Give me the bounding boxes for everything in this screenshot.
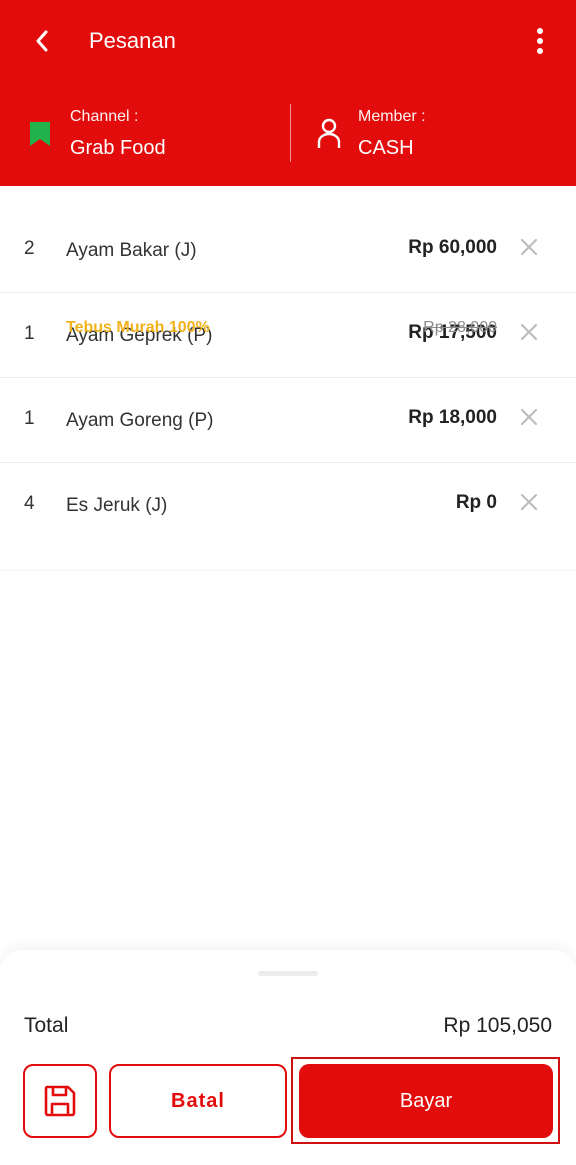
order-item[interactable]: 1 Ayam Goreng (P) Rp 18,000 <box>0 378 576 463</box>
item-price: Rp 0 <box>455 492 497 513</box>
pay-button[interactable]: Bayar <box>299 1064 553 1138</box>
item-name: Ayam Goreng (P) <box>66 410 214 431</box>
save-icon <box>44 1085 76 1117</box>
item-quantity: 1 <box>24 323 35 344</box>
item-quantity: 1 <box>24 408 35 429</box>
close-icon <box>520 408 538 426</box>
item-price: Rp 18,000 <box>408 407 497 428</box>
more-vertical-icon <box>537 48 543 54</box>
total-label: Total <box>24 1014 69 1037</box>
more-vertical-icon <box>537 38 543 44</box>
remove-item-button[interactable] <box>518 236 540 258</box>
order-item[interactable]: 4 Es Jeruk (J) Rp 0 <box>0 463 576 571</box>
close-icon <box>520 323 538 341</box>
bookmark-icon <box>30 122 50 146</box>
item-quantity: 2 <box>24 238 35 259</box>
order-item[interactable]: 2 Ayam Bakar (J) Rp 60,000 <box>0 208 576 293</box>
back-arrow-icon <box>36 30 48 52</box>
remove-item-button[interactable] <box>518 491 540 513</box>
close-icon <box>520 238 538 256</box>
checkout-sheet: Total Rp 105,050 Batal Bayar <box>0 950 576 1165</box>
more-vertical-icon <box>537 28 543 34</box>
promo-label: Tebus Murah 100% <box>66 319 210 336</box>
member-selector[interactable]: Member : CASH <box>316 104 556 164</box>
item-price: Rp 60,000 <box>408 237 497 258</box>
cancel-button[interactable]: Batal <box>109 1064 287 1138</box>
remove-item-button[interactable] <box>518 406 540 428</box>
original-price: Rp 28,000 <box>423 319 497 336</box>
header-divider <box>290 104 291 162</box>
item-name: Ayam Bakar (J) <box>66 240 197 261</box>
channel-selector[interactable]: Channel : Grab Food <box>28 104 278 164</box>
channel-value: Grab Food <box>70 137 166 159</box>
more-options-button[interactable] <box>528 24 552 58</box>
order-screen: Pesanan Channel : Grab Food Member : CAS… <box>0 0 576 1165</box>
item-name: Es Jeruk (J) <box>66 495 168 516</box>
channel-label: Channel : <box>70 108 139 125</box>
user-icon <box>317 118 341 148</box>
member-label: Member : <box>358 108 426 125</box>
order-list: 2 Ayam Bakar (J) Rp 60,000 1 Ayam Geprek… <box>0 208 576 571</box>
drag-handle[interactable] <box>258 971 318 976</box>
remove-item-button[interactable] <box>518 321 540 343</box>
item-quantity: 4 <box>24 493 35 514</box>
member-value: CASH <box>358 137 414 159</box>
header: Pesanan Channel : Grab Food Member : CAS… <box>0 0 576 186</box>
back-button[interactable] <box>26 24 58 58</box>
total-value: Rp 105,050 <box>443 1014 552 1037</box>
close-icon <box>520 493 538 511</box>
page-title: Pesanan <box>89 28 176 53</box>
save-order-button[interactable] <box>23 1064 97 1138</box>
